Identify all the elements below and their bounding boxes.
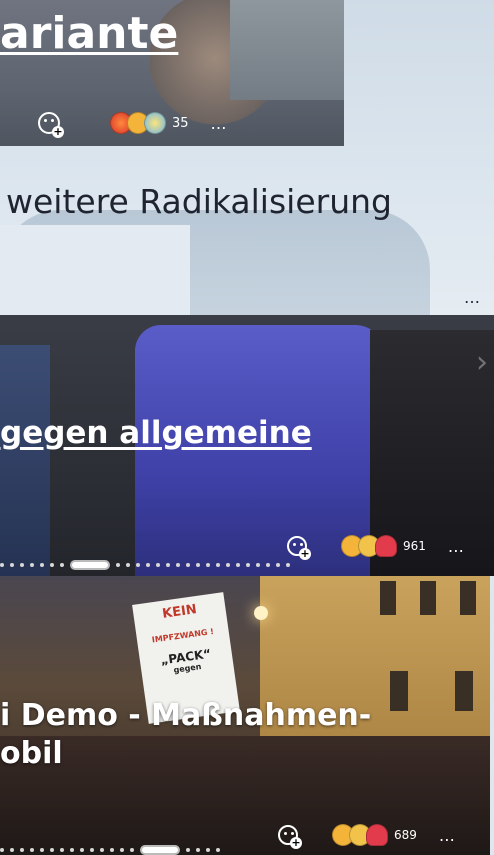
astonished-emoji-icon bbox=[144, 112, 166, 134]
card-title-line2[interactable]: obil bbox=[0, 736, 63, 771]
card-actions: + 689 … bbox=[278, 824, 456, 849]
building-window bbox=[460, 581, 476, 615]
add-reaction-icon[interactable]: + bbox=[38, 112, 64, 138]
news-card-demo[interactable]: KEIN IMPFZWANG ! „PACK“ gegen i Demo - M… bbox=[0, 576, 490, 855]
building-window bbox=[420, 581, 436, 615]
more-options-button[interactable]: … bbox=[448, 537, 465, 556]
carousel-pagination[interactable] bbox=[0, 845, 220, 855]
reaction-count: 961 bbox=[403, 539, 426, 553]
add-reaction-icon[interactable]: + bbox=[278, 825, 302, 849]
more-options-button[interactable]: … bbox=[464, 288, 480, 307]
building-window bbox=[455, 671, 473, 711]
carousel-active-indicator bbox=[140, 845, 180, 855]
carousel-active-indicator bbox=[70, 560, 110, 570]
heart-emoji-icon bbox=[366, 824, 388, 846]
reaction-count: 35 bbox=[172, 115, 189, 131]
left-figure bbox=[0, 345, 50, 576]
card-actions: + 961 … bbox=[287, 535, 465, 560]
heart-emoji-icon bbox=[375, 535, 397, 557]
street-lamp bbox=[254, 606, 268, 620]
card-title[interactable]: gegen allgemeine bbox=[0, 415, 312, 451]
card-title[interactable]: weitere Radikalisierung bbox=[6, 182, 392, 221]
more-options-button[interactable]: … bbox=[439, 826, 456, 845]
sign-text: KEIN bbox=[161, 602, 198, 622]
building-window bbox=[380, 581, 396, 615]
sign-text: IMPFZWANG ! bbox=[151, 626, 215, 645]
reaction-count: 689 bbox=[394, 828, 417, 842]
carousel-pagination[interactable] bbox=[0, 560, 290, 570]
add-reaction-icon[interactable]: + bbox=[287, 536, 311, 560]
news-card-allgemeine[interactable]: › gegen allgemeine + 961 … bbox=[0, 315, 494, 576]
chevron-right-icon[interactable]: › bbox=[476, 345, 488, 380]
card-title[interactable]: ariante bbox=[0, 8, 178, 59]
building-window bbox=[390, 671, 408, 711]
card-title-line1[interactable]: i Demo - Maßnahmen- bbox=[0, 698, 371, 733]
shirt-shape bbox=[0, 225, 190, 315]
card-actions: + 35 … bbox=[38, 112, 228, 138]
more-options-button[interactable]: … bbox=[211, 114, 228, 133]
news-card-variante[interactable]: ariante + 35 … bbox=[0, 0, 344, 146]
window-shape bbox=[230, 0, 344, 100]
